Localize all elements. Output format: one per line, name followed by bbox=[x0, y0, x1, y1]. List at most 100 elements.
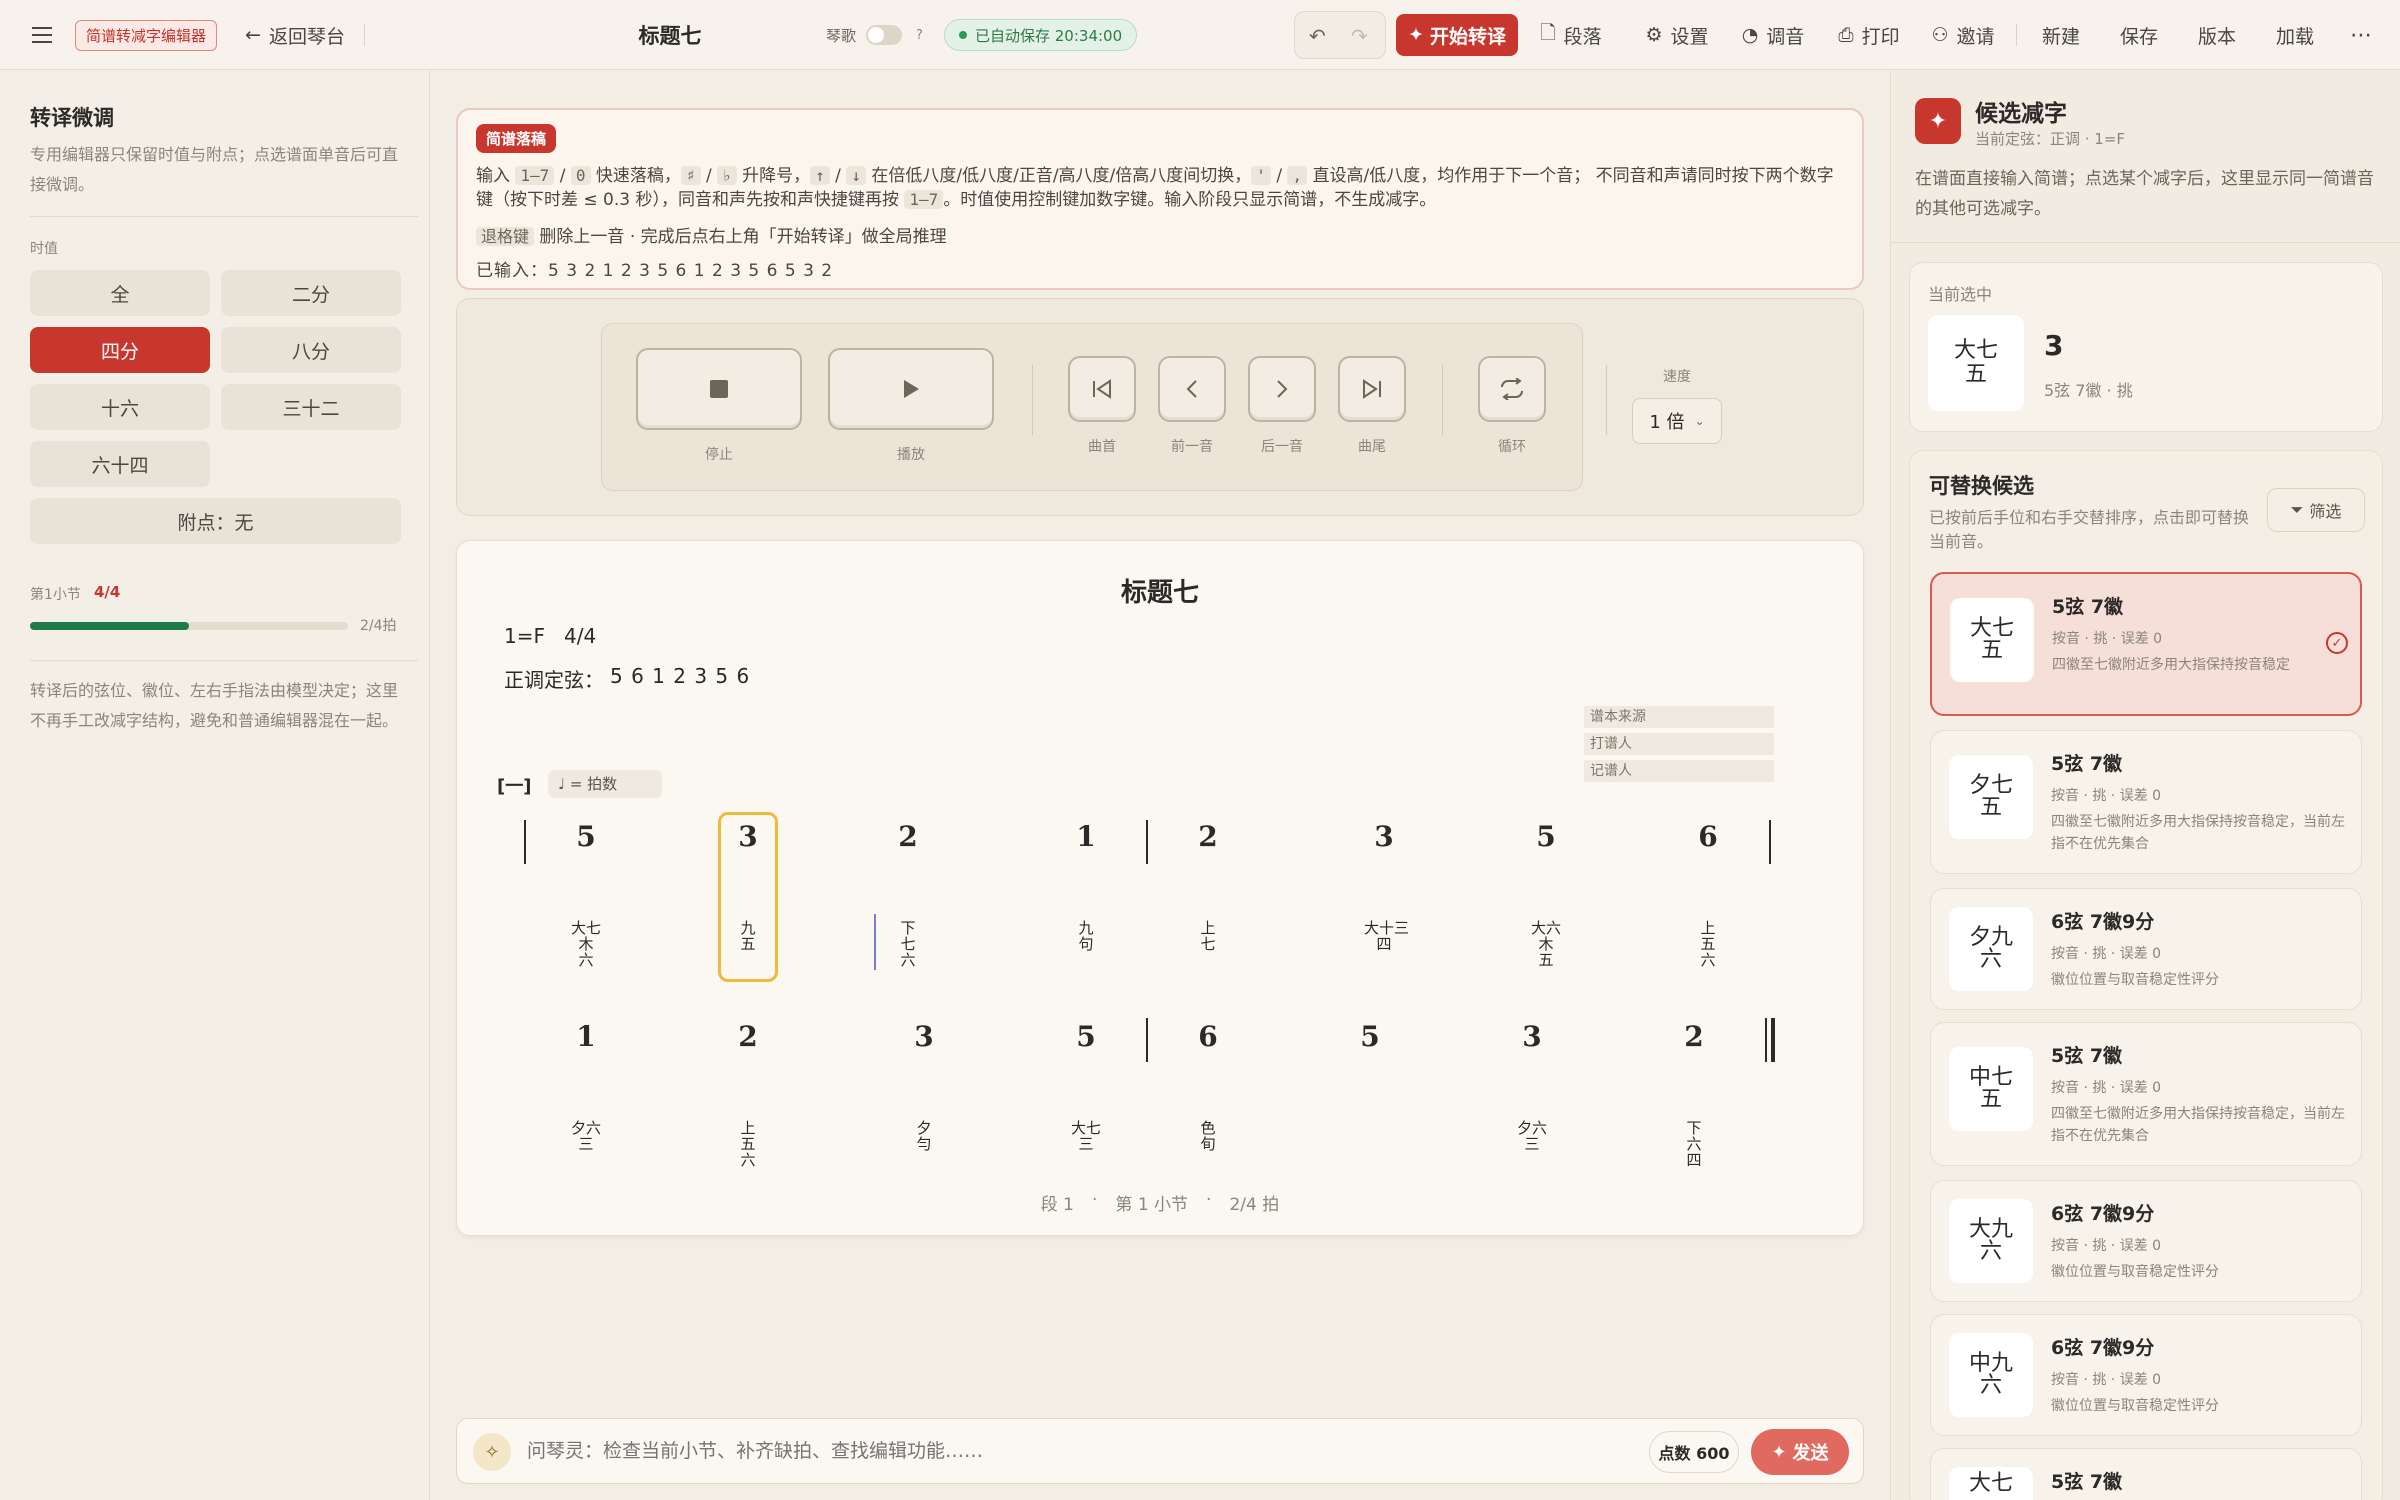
paragraph-button[interactable]: 🗋 段落 bbox=[1536, 15, 1606, 55]
tempo-field[interactable]: ♩ = 拍数 bbox=[548, 770, 662, 798]
jianzi[interactable]: 夕 勻 bbox=[904, 1120, 944, 1152]
candidate-sub: 按音 · 挑 · 误差 0 bbox=[2052, 631, 2163, 647]
duration-sixty-fourth[interactable]: 六十四 bbox=[30, 441, 210, 487]
play-button[interactable] bbox=[828, 348, 994, 430]
candidate-note: 四徽至七徽附近多用大指保持按音稳定，当前左指不在优先集合 bbox=[2051, 1106, 2345, 1144]
note[interactable]: 6 bbox=[1188, 1020, 1228, 1053]
first-label: 曲首 bbox=[1088, 439, 1116, 455]
note[interactable]: 1 bbox=[566, 1020, 606, 1053]
note[interactable]: 5 bbox=[1350, 1020, 1390, 1053]
help-icon[interactable]: ? bbox=[916, 0, 923, 70]
note[interactable]: 3 bbox=[904, 1020, 944, 1053]
jianzi[interactable]: 夕六 三 bbox=[566, 1120, 606, 1152]
jianzi[interactable]: 九 五 bbox=[728, 920, 768, 952]
filter-button[interactable]: ⏷ 筛选 bbox=[2267, 488, 2365, 532]
note[interactable]: 5 bbox=[1526, 820, 1566, 853]
jianzi[interactable]: 上 七 bbox=[1188, 920, 1228, 952]
candidate-card[interactable]: 大九 六 6弦 7徽9分 按音 · 挑 · 误差 0 徽位位置与取音稳定性评分 bbox=[1930, 1180, 2362, 1302]
new-button[interactable]: 新建 bbox=[2040, 15, 2082, 55]
candidate-sub: 按音 · 挑 · 误差 0 bbox=[2051, 1372, 2162, 1388]
candidate-card[interactable]: 夕九 六 6弦 7徽9分 按音 · 挑 · 误差 0 徽位位置与取音稳定性评分 bbox=[1930, 888, 2362, 1010]
chat-input[interactable] bbox=[527, 1431, 1527, 1471]
duration-eighth[interactable]: 八分 bbox=[221, 327, 401, 373]
panel-title: 转译微调 bbox=[30, 106, 114, 130]
page-title: 标题七 bbox=[638, 24, 702, 48]
speed-select[interactable]: 1 倍 ⌄ bbox=[1632, 398, 1722, 444]
jianzi[interactable]: 大六 木 五 bbox=[1526, 920, 1566, 968]
stop-button[interactable] bbox=[636, 348, 802, 430]
model-note: 转译后的弦位、徽位、左右手指法由模型决定；这里不再手工改减字结构，避免和普通编辑… bbox=[30, 681, 399, 730]
note[interactable]: 5 bbox=[566, 820, 606, 853]
jianzi[interactable]: 上 五 六 bbox=[728, 1120, 768, 1168]
load-button[interactable]: 加载 bbox=[2274, 15, 2316, 55]
version-button[interactable]: 版本 bbox=[2196, 15, 2238, 55]
duration-quarter[interactable]: 四分 bbox=[30, 327, 210, 373]
undo-redo-group: ↶ ↷ bbox=[1294, 11, 1386, 59]
duration-thirty-second[interactable]: 三十二 bbox=[221, 384, 401, 430]
note[interactable]: 3 bbox=[1364, 820, 1404, 853]
note[interactable]: 2 bbox=[888, 820, 928, 853]
duration-whole[interactable]: 全 bbox=[30, 270, 210, 316]
note[interactable]: 3 bbox=[1512, 1020, 1552, 1053]
printer-icon: ⎙ bbox=[1838, 24, 1854, 46]
jianzi[interactable]: 下 七 六 bbox=[888, 920, 928, 968]
jianzi[interactable]: 下 六 四 bbox=[1674, 1120, 1714, 1168]
loop-button[interactable] bbox=[1478, 356, 1546, 422]
first-button[interactable] bbox=[1068, 356, 1136, 422]
sing-toggle[interactable] bbox=[866, 25, 902, 45]
undo-icon[interactable]: ↶ bbox=[1309, 24, 1326, 48]
note[interactable]: 3 bbox=[728, 820, 768, 853]
jianzi[interactable]: 大七 三 bbox=[1066, 1120, 1106, 1152]
source-field[interactable]: 谱本来源 bbox=[1584, 706, 1774, 728]
duration-sixteenth[interactable]: 十六 bbox=[30, 384, 210, 430]
jianzi[interactable]: 大十三 四 bbox=[1364, 920, 1409, 952]
more-icon[interactable]: ⋯ bbox=[2346, 15, 2376, 55]
candidate-card[interactable]: 大七 五 5弦 7徽 按音 · 挑 · 误差 0 四徽至七徽附近多用大指保持按音… bbox=[1930, 572, 2362, 716]
save-button[interactable]: 保存 bbox=[2118, 15, 2160, 55]
score-key: 1=F bbox=[504, 624, 545, 648]
last-label: 曲尾 bbox=[1358, 439, 1386, 455]
chevron-left-icon bbox=[1186, 380, 1197, 398]
candidate-card[interactable]: 大七 5弦 7徽 bbox=[1930, 1448, 2362, 1500]
candidate-glyph: 大九 六 bbox=[1949, 1199, 2033, 1283]
start-transcribe-button[interactable]: ✦ 开始转译 bbox=[1396, 14, 1518, 56]
gauge-icon: ◔ bbox=[1741, 24, 1759, 46]
dot-button[interactable]: 附点：无 bbox=[30, 498, 401, 544]
invite-button[interactable]: ⚇ 邀请 bbox=[1928, 15, 1998, 55]
jianzi[interactable]: 上 五 六 bbox=[1688, 920, 1728, 968]
note[interactable]: 5 bbox=[1066, 1020, 1106, 1053]
sing-label: 琴歌 bbox=[826, 26, 857, 45]
notator-field[interactable]: 记谱人 bbox=[1584, 760, 1774, 782]
jianzi[interactable]: 夕六 三 bbox=[1512, 1120, 1552, 1152]
sparkle-icon: ✦ bbox=[1408, 24, 1424, 46]
tuning-button[interactable]: ◔ 调音 bbox=[1738, 15, 1808, 55]
jianzi[interactable]: 色 旬 bbox=[1188, 1120, 1228, 1152]
candidate-card[interactable]: 中九 六 6弦 7徽9分 按音 · 挑 · 误差 0 徽位位置与取音稳定性评分 bbox=[1930, 1314, 2362, 1436]
score-meter: 4/4 bbox=[564, 624, 597, 648]
print-button[interactable]: ⎙ 打印 bbox=[1834, 15, 1904, 55]
back-button[interactable]: ← 返回琴台 bbox=[240, 15, 350, 55]
candidate-note: 徽位位置与取音稳定性评分 bbox=[2051, 1398, 2219, 1414]
skip-end-icon bbox=[1363, 379, 1381, 399]
candidate-name: 6弦 7徽9分 bbox=[2051, 911, 2155, 933]
note[interactable]: 2 bbox=[1188, 820, 1228, 853]
duration-half[interactable]: 二分 bbox=[221, 270, 401, 316]
note[interactable]: 1 bbox=[1066, 820, 1106, 853]
candidate-card[interactable]: 夕七 五 5弦 7徽 按音 · 挑 · 误差 0 四徽至七徽附近多用大指保持按音… bbox=[1930, 730, 2362, 874]
last-button[interactable] bbox=[1338, 356, 1406, 422]
settings-button[interactable]: ⚙ 设置 bbox=[1642, 15, 1712, 55]
menu-icon[interactable] bbox=[26, 15, 58, 55]
send-button[interactable]: ✦ 发送 bbox=[1751, 1429, 1849, 1475]
typesetter-field[interactable]: 打谱人 bbox=[1584, 733, 1774, 755]
note[interactable]: 2 bbox=[728, 1020, 768, 1053]
candidate-card[interactable]: 中七 五 5弦 7徽 按音 · 挑 · 误差 0 四徽至七徽附近多用大指保持按音… bbox=[1930, 1022, 2362, 1166]
next-button[interactable] bbox=[1248, 356, 1316, 422]
note[interactable]: 2 bbox=[1674, 1020, 1714, 1053]
panel-desc: 在谱面直接输入简谱；点选某个减字后，这里显示同一简谱音的其他可选减字。 bbox=[1915, 169, 2374, 219]
jianzi[interactable]: 九 句 bbox=[1066, 920, 1106, 952]
redo-icon[interactable]: ↷ bbox=[1351, 24, 1368, 48]
chevron-right-icon bbox=[1277, 380, 1288, 398]
prev-button[interactable] bbox=[1158, 356, 1226, 422]
jianzi[interactable]: 大七 木 六 bbox=[566, 920, 606, 968]
note[interactable]: 6 bbox=[1688, 820, 1728, 853]
